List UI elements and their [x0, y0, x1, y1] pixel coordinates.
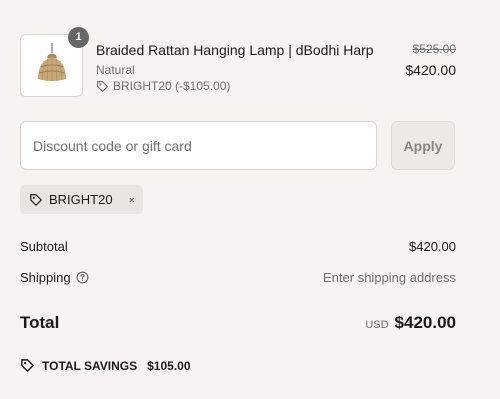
chip-tag [29, 193, 43, 207]
savings-tag-icon [21, 359, 34, 372]
order-summary: 1 Braided Rattan Hanging Lamp | dBodhi H… [0, 0, 500, 399]
product-discount: BRIGHT20 (-$105.00) [96, 79, 230, 93]
savings-label: TOTAL SAVINGS [42, 358, 138, 373]
tag-icon [97, 80, 108, 92]
original-price: $525.00 [412, 42, 456, 56]
shipping-label-group: Shipping [20, 270, 89, 285]
product-title: Braided Rattan Hanging Lamp | dBodhi Har… [96, 42, 374, 58]
quantity-badge: 1 [68, 27, 89, 48]
help-icon[interactable] [76, 271, 89, 284]
applied-code-label: BRIGHT20 [49, 192, 113, 207]
total-savings: TOTAL SAVINGS $105.00 [20, 358, 191, 373]
shipping-value: Enter shipping address [323, 270, 456, 285]
product-variant: Natural [96, 63, 135, 77]
shipping-label: Shipping [20, 270, 71, 285]
tag-icon [30, 193, 42, 206]
rattan-lamp-image [38, 43, 66, 82]
product-discount-label: BRIGHT20 (-$105.00) [113, 79, 231, 93]
apply-button[interactable]: Apply [391, 121, 455, 170]
total-value: $420.00 [394, 313, 456, 332]
subtotal-value: $420.00 [409, 239, 456, 254]
applied-discount-chip: BRIGHT20 [20, 185, 143, 214]
total-label: Total [20, 313, 60, 332]
savings-value: $105.00 [147, 358, 191, 373]
discounted-price: $420.00 [405, 62, 456, 78]
currency-code: USD [365, 319, 389, 331]
total-value-group: USD $420.00 [365, 313, 456, 333]
subtotal-label: Subtotal [20, 239, 68, 254]
line-item: 1 Braided Rattan Hanging Lamp | dBodhi H… [20, 27, 456, 98]
discount-code-input[interactable] [20, 121, 377, 170]
close-icon[interactable] [129, 194, 134, 206]
